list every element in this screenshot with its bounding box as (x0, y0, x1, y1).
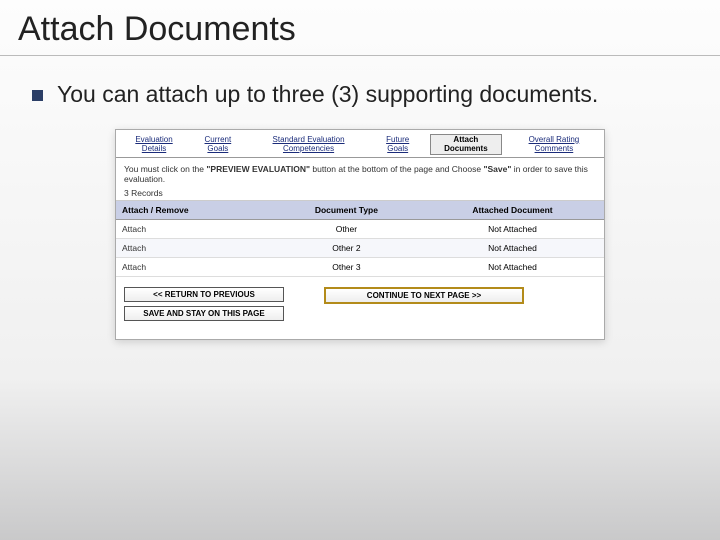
doctype-cell: Other 3 (272, 258, 421, 277)
col-document-type: Document Type (272, 201, 421, 220)
attach-link[interactable]: Attach (116, 239, 272, 258)
tab-future-goals[interactable]: Future Goals (375, 134, 419, 156)
tab-evaluation-details[interactable]: Evaluation Details (124, 134, 184, 156)
doctype-cell: Other (272, 220, 421, 239)
continue-button[interactable]: CONTINUE TO NEXT PAGE >> (324, 287, 524, 304)
tab-attach-documents[interactable]: Attach Documents (430, 134, 502, 156)
instruction-text: You must click on the "PREVIEW EVALUATIO… (124, 164, 588, 184)
table-row: Attach Other 3 Not Attached (116, 258, 604, 277)
body-bullet-row: You can attach up to three (3) supportin… (0, 56, 720, 109)
button-row: << RETURN TO PREVIOUS SAVE AND STAY ON T… (116, 277, 604, 339)
attachments-table: Attach / Remove Document Type Attached D… (116, 201, 604, 277)
tab-current-goals[interactable]: Current Goals (194, 134, 242, 156)
attached-cell: Not Attached (421, 220, 604, 239)
page-title: Attach Documents (0, 0, 720, 56)
body-text: You can attach up to three (3) supportin… (57, 80, 598, 109)
tab-overall-rating[interactable]: Overall Rating Comments (512, 134, 596, 156)
instruction-bold-save: "Save" (483, 164, 511, 174)
attached-cell: Not Attached (421, 239, 604, 258)
table-row: Attach Other Not Attached (116, 220, 604, 239)
attach-link[interactable]: Attach (116, 220, 272, 239)
instruction-bold-preview: "PREVIEW EVALUATION" (206, 164, 310, 174)
doctype-cell: Other 2 (272, 239, 421, 258)
return-button[interactable]: << RETURN TO PREVIOUS (124, 287, 284, 302)
embedded-screenshot: Evaluation Details Current Goals Standar… (115, 129, 605, 341)
save-button[interactable]: SAVE AND STAY ON THIS PAGE (124, 306, 284, 321)
records-count: 3 Records (124, 188, 596, 198)
attached-cell: Not Attached (421, 258, 604, 277)
col-attach-remove: Attach / Remove (116, 201, 272, 220)
button-col-right: CONTINUE TO NEXT PAGE >> (324, 287, 524, 321)
table-header-row: Attach / Remove Document Type Attached D… (116, 201, 604, 220)
instruction-mid: button at the bottom of the page and Cho… (310, 164, 483, 174)
tab-standard-competencies[interactable]: Standard Evaluation Competencies (252, 134, 366, 156)
attach-link[interactable]: Attach (116, 258, 272, 277)
bullet-icon (32, 90, 43, 101)
button-col-left: << RETURN TO PREVIOUS SAVE AND STAY ON T… (124, 287, 284, 321)
instruction-prefix: You must click on the (124, 164, 206, 174)
col-attached-document: Attached Document (421, 201, 604, 220)
tab-bar: Evaluation Details Current Goals Standar… (116, 130, 604, 159)
instruction-box: You must click on the "PREVIEW EVALUATIO… (116, 158, 604, 201)
table-row: Attach Other 2 Not Attached (116, 239, 604, 258)
